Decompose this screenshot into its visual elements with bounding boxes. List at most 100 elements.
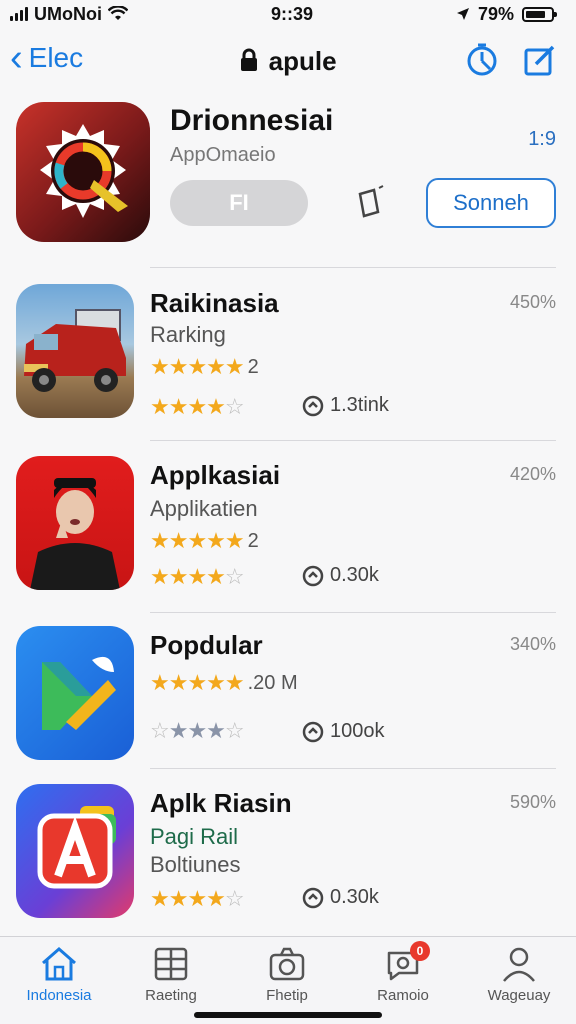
star-icon: ★★★★: [150, 394, 226, 419]
rating-stars: ★★★★ ☆: [150, 886, 245, 912]
app-percent: 340%: [509, 634, 556, 654]
list-item[interactable]: Applkasiai 420% Applikatien ★★★★★ 2 ★★★★…: [0, 456, 576, 606]
featured-app: Drionnesiai AppOmaeio 1:9 FI Sonneh: [0, 100, 576, 260]
star-icon: ★★★★: [150, 564, 226, 589]
timer-icon[interactable]: [464, 42, 500, 78]
star-icon: ★★★★★: [150, 670, 245, 695]
lock-icon: [241, 48, 258, 71]
status-time: 9::39: [270, 3, 313, 24]
app-title: Raikinasia: [150, 288, 279, 318]
divider: [150, 267, 556, 268]
app-percent: 590%: [509, 792, 556, 812]
star-icon: ☆: [224, 718, 245, 743]
nav-bar: ‹ Elec apule: [0, 36, 576, 86]
rating-stars-secondary: ★★★★ ☆: [150, 564, 245, 590]
app-icon-truck: [16, 284, 134, 418]
app-title: Popdular: [150, 630, 263, 660]
featured-app-value: 1:9: [528, 128, 556, 150]
star-icon: ☆: [224, 564, 245, 589]
rating-stars: ★★★★★ 2: [150, 354, 259, 380]
list-item[interactable]: Popdular 340% ★★★★★ .20 M ☆ ★★★ ☆ 100ok: [0, 626, 576, 776]
camera-icon: [269, 947, 305, 981]
rating-text: .20 M: [247, 671, 298, 694]
notification-badge: 0: [410, 941, 430, 961]
star-icon: ☆: [150, 718, 170, 743]
star-icon: ☆: [224, 886, 245, 911]
tab-raeting[interactable]: Raeting: [116, 945, 226, 1004]
page-title-text: apule: [268, 46, 337, 76]
divider: [150, 768, 556, 769]
tab-wageuay[interactable]: Wageuay: [464, 945, 574, 1004]
search-button[interactable]: Sonneh: [426, 178, 556, 228]
app-subtitle-secondary: Boltiunes: [150, 852, 241, 877]
app-icon-person: [16, 456, 134, 590]
arrow-logo-icon: [42, 656, 116, 730]
tab-bar: Indonesia Raeting Fhetip 0 Ramoio Wageua…: [0, 936, 576, 1024]
battery-icon: [521, 6, 557, 22]
app-percent: 420%: [509, 464, 556, 484]
rating-stars-secondary: ☆ ★★★ ☆: [150, 718, 245, 744]
status-left: UMoNoi: [10, 4, 128, 25]
app-logo-icon: [40, 124, 128, 218]
person-photo-icon: [30, 478, 120, 590]
star-icon: ★★★★★: [150, 528, 245, 553]
featured-app-title: Drionnesiai: [170, 104, 334, 137]
downloads: 0.30k: [302, 564, 379, 587]
divider: [150, 612, 556, 613]
ranking-icon: [154, 947, 188, 981]
home-icon: [42, 947, 76, 981]
battery-percent: 79%: [477, 3, 514, 24]
download-icon: [302, 887, 324, 908]
download-icon: [302, 565, 324, 586]
letter-a-icon: [37, 806, 116, 889]
star-icon: ★★★★: [150, 886, 226, 911]
app-icon-letter-a: [16, 784, 134, 918]
wifi-icon: [107, 6, 128, 20]
star-icon: ★★★★: [150, 354, 226, 379]
home-indicator[interactable]: [194, 1012, 382, 1018]
compose-icon[interactable]: [522, 42, 558, 78]
app-subtitle: Applikatien: [150, 496, 258, 521]
downloads-count: 100ok: [330, 720, 385, 742]
rating-stars-secondary: ★★★★ ☆: [150, 394, 245, 420]
download-icon: [302, 721, 324, 742]
downloads: 100ok: [302, 720, 385, 743]
tab-label: Fhetip: [266, 987, 308, 1004]
rating-text: 2: [247, 355, 259, 378]
divider: [150, 440, 556, 441]
tab-indonesia[interactable]: Indonesia: [4, 945, 114, 1004]
status-bar: UMoNoi 9::39 79%: [0, 0, 576, 28]
featured-app-subtitle: AppOmaeio: [170, 144, 276, 166]
list-item[interactable]: Raikinasia 450% Rarking ★★★★ ★ 2 ★★★★ ☆ 1.…: [0, 284, 576, 434]
share-icon[interactable]: [354, 184, 386, 220]
carrier-text: UMoNoi: [34, 3, 102, 24]
status-right: 79%: [456, 3, 557, 25]
person-icon: [503, 947, 535, 982]
back-button[interactable]: ‹ Elec: [10, 39, 83, 77]
signal-icon: [10, 7, 28, 21]
location-icon: [456, 8, 469, 20]
list-item[interactable]: Aplk Riasin 590% Pagi Rail Boltiunes ★★★…: [0, 784, 576, 934]
app-subtitle: Pagi Rail: [150, 824, 239, 849]
truck-icon: [24, 309, 126, 392]
app-subtitle: Rarking: [150, 322, 226, 347]
app-title: Aplk Riasin: [150, 788, 292, 818]
tab-label: Wageuay: [487, 987, 551, 1004]
tab-label: Indonesia: [26, 987, 92, 1004]
downloads-count: 0.30k: [330, 886, 379, 908]
downloads-count: 1.3tink: [330, 394, 389, 416]
download-icon: [302, 395, 324, 416]
star-icon: ★★★: [168, 718, 226, 743]
tab-label: Raeting: [145, 987, 197, 1004]
app-percent: 450%: [509, 292, 556, 312]
tab-label: Ramoio: [377, 987, 429, 1004]
rating-stars: ★★★★★ 2: [150, 528, 259, 554]
featured-app-icon[interactable]: [16, 102, 150, 242]
tab-fhetip[interactable]: Fhetip: [232, 945, 342, 1004]
get-button[interactable]: FI: [170, 180, 308, 226]
star-icon: ★: [224, 354, 245, 379]
downloads-count: 0.30k: [330, 564, 379, 586]
tab-ramoio[interactable]: 0 Ramoio: [348, 941, 458, 1004]
battery-fill: [525, 10, 545, 18]
downloads: 0.30k: [302, 886, 379, 909]
